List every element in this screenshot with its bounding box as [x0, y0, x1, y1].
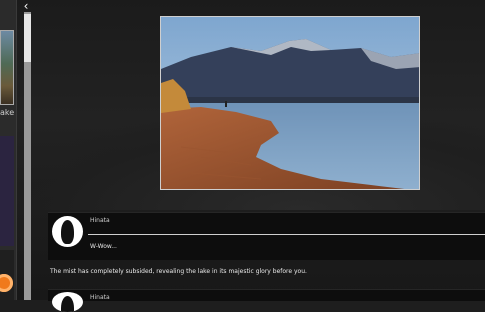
collapse-sidebar-button[interactable]: ‹: [20, 0, 32, 12]
next-speaker-avatar: [52, 292, 83, 312]
scrollbar-thumb[interactable]: [24, 14, 31, 62]
thumbnail-label: ake: [0, 108, 15, 117]
speaker-avatar: [52, 216, 83, 247]
dialog-divider: [88, 234, 485, 235]
dialog-box[interactable]: Hinata W-Wow...: [48, 212, 485, 260]
dialog-text: W-Wow...: [90, 243, 117, 250]
sidebar-card[interactable]: [0, 136, 14, 246]
narration-text: The mist has completely subsided, reveal…: [50, 268, 307, 275]
next-dialog-box[interactable]: Hinata: [48, 289, 485, 312]
scene-thumbnail[interactable]: [0, 30, 14, 105]
scene-image: [160, 16, 420, 190]
speaker-name: Hinata: [90, 217, 110, 224]
